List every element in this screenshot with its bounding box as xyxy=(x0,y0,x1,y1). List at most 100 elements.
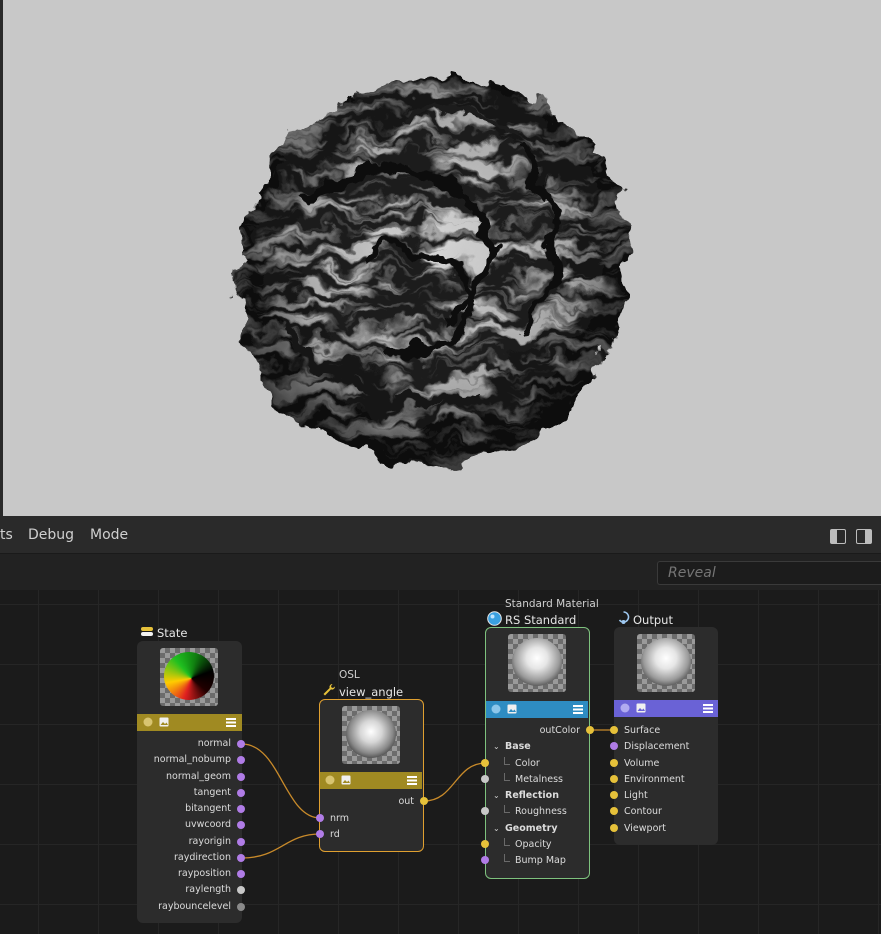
standard-input-label: Opacity xyxy=(515,839,552,850)
group-label-base[interactable]: Base xyxy=(505,741,531,752)
output-input-label: Light xyxy=(624,790,648,801)
group-label-geometry[interactable]: Geometry xyxy=(505,823,558,834)
state-output-label: raydirection xyxy=(174,852,231,863)
state-node[interactable] xyxy=(137,641,242,923)
state-icon xyxy=(141,627,153,636)
output-input-label: Surface xyxy=(624,725,661,736)
state-output-label: normal_geom xyxy=(166,771,231,782)
port-dot[interactable] xyxy=(237,773,245,781)
port-dot[interactable] xyxy=(586,726,594,734)
port-dot[interactable] xyxy=(610,791,618,799)
standard-output-label: outColor xyxy=(539,725,580,736)
state-output-label: normal xyxy=(197,738,231,749)
port-dot[interactable] xyxy=(610,807,618,815)
wire-normal-to-nrm xyxy=(241,743,321,819)
image-icon xyxy=(636,703,646,713)
tree-line xyxy=(504,757,510,765)
output-input-label: Contour xyxy=(624,806,662,817)
output-input-label: Displacement xyxy=(624,741,690,752)
state-output-label: raylength xyxy=(185,884,231,895)
state-output-label: bitangent xyxy=(185,803,231,814)
osl-preview xyxy=(342,706,400,764)
port-dot[interactable] xyxy=(610,775,618,783)
osl-input-label: nrm xyxy=(330,813,350,824)
standard-preview xyxy=(508,634,566,692)
wrench-icon xyxy=(323,683,336,696)
connection-wires xyxy=(241,729,615,859)
output-preview xyxy=(637,634,695,692)
menu-icon[interactable] xyxy=(703,703,713,713)
port-dot[interactable] xyxy=(237,805,245,813)
image-icon xyxy=(507,704,517,714)
image-icon xyxy=(159,717,169,727)
output-header-bar xyxy=(614,700,718,717)
material-sphere-icon xyxy=(325,775,335,785)
port-dot[interactable] xyxy=(237,756,245,764)
port-dot[interactable] xyxy=(316,814,324,822)
state-output-label: uvwcoord xyxy=(184,819,231,830)
port-dot[interactable] xyxy=(237,854,245,862)
output-icon xyxy=(618,611,630,624)
tree-line xyxy=(504,773,510,781)
port-dot[interactable] xyxy=(237,886,245,894)
tree-line xyxy=(504,805,510,813)
standard-input-label: Color xyxy=(515,758,540,769)
menu-icon[interactable] xyxy=(407,775,417,785)
port-dot[interactable] xyxy=(481,856,489,864)
menu-icon[interactable] xyxy=(573,704,583,714)
port-dot[interactable] xyxy=(481,807,489,815)
port-dot[interactable] xyxy=(420,797,428,805)
output-node-title: Output xyxy=(633,613,673,627)
chevron-down-icon[interactable]: ⌄ xyxy=(493,742,500,751)
state-node-title: State xyxy=(157,626,188,640)
tree-line xyxy=(504,854,510,862)
image-icon xyxy=(341,775,351,785)
tree-line xyxy=(504,838,510,846)
state-output-label: rayorigin xyxy=(188,836,231,847)
port-dot[interactable] xyxy=(610,824,618,832)
port-dot[interactable] xyxy=(237,870,245,878)
chevron-down-icon[interactable]: ⌄ xyxy=(493,824,500,833)
port-dot[interactable] xyxy=(237,789,245,797)
port-dot[interactable] xyxy=(237,821,245,829)
standard-input-label: Metalness xyxy=(515,774,563,785)
port-dot[interactable] xyxy=(237,903,245,911)
port-dot[interactable] xyxy=(610,759,618,767)
osl-input-label: rd xyxy=(330,829,340,840)
port-dot[interactable] xyxy=(237,838,245,846)
state-output-label: normal_nobump xyxy=(153,754,231,765)
state-output-label: raybouncelevel xyxy=(158,901,231,912)
standard-input-label: Roughness xyxy=(515,806,567,817)
port-dot[interactable] xyxy=(481,775,489,783)
osl-header-bar xyxy=(320,772,422,789)
osl-node-title: view_angle xyxy=(339,685,404,699)
material-sphere-icon xyxy=(143,717,153,727)
chevron-down-icon[interactable]: ⌄ xyxy=(493,791,500,800)
port-dot[interactable] xyxy=(610,742,618,750)
output-input-label: Environment xyxy=(624,774,685,785)
menu-icon[interactable] xyxy=(226,717,236,727)
wire-out-to-color xyxy=(423,762,487,802)
state-preview xyxy=(160,648,218,706)
state-output-label: rayposition xyxy=(178,868,231,879)
osl-node-subtitle: OSL xyxy=(339,669,360,681)
group-label-reflection[interactable]: Reflection xyxy=(505,790,559,801)
standard-node-title: RS Standard xyxy=(505,613,577,627)
standard-node-subtitle: Standard Material xyxy=(505,598,599,610)
port-dot[interactable] xyxy=(237,740,245,748)
port-dot[interactable] xyxy=(481,840,489,848)
state-output-label: tangent xyxy=(193,787,231,798)
standard-input-label: Bump Map xyxy=(515,855,566,866)
output-input-label: Viewport xyxy=(624,823,667,834)
port-dot[interactable] xyxy=(481,759,489,767)
state-header-bar xyxy=(137,714,242,731)
material-sphere-icon xyxy=(487,611,502,626)
standard-header-bar xyxy=(486,701,588,718)
material-sphere-icon xyxy=(620,703,630,713)
wire-raydirection-to-rd xyxy=(241,833,321,859)
output-input-label: Volume xyxy=(624,758,660,769)
material-sphere-icon xyxy=(491,704,501,714)
port-dot[interactable] xyxy=(316,830,324,838)
osl-output-label: out xyxy=(398,796,414,807)
port-dot[interactable] xyxy=(610,726,618,734)
